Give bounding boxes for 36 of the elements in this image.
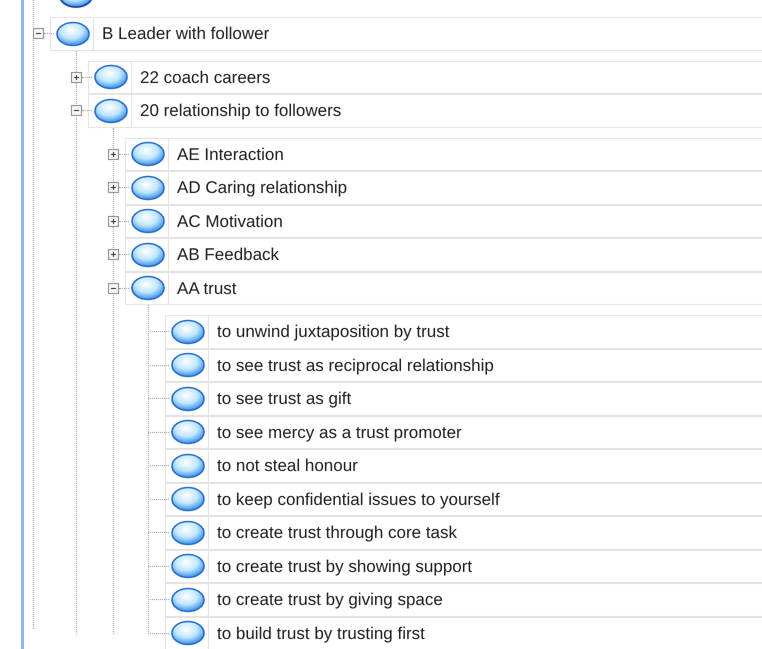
node-label: to see trust as gift — [216, 388, 352, 410]
node-label: AB Feedback — [176, 244, 280, 266]
node-label: AE Interaction — [176, 144, 284, 166]
node-label: 20 relationship to followers — [139, 100, 342, 122]
node-label: AD Caring relationship — [176, 177, 348, 199]
node-label: to create trust by giving space — [216, 589, 443, 611]
tree-row[interactable]: to build trust by trusting first — [165, 616, 762, 649]
node-label: to create trust through core task — [216, 522, 458, 544]
tree-row[interactable]: B Leader with follower — [50, 17, 762, 50]
node-label: AC Motivation — [176, 210, 283, 232]
tree-row[interactable]: to create trust through core task — [165, 516, 762, 550]
node-label: AA trust — [176, 278, 237, 300]
tree-row[interactable]: AA trust — [125, 272, 762, 305]
tree-row[interactable]: to keep confidential issues to yourself — [165, 482, 762, 516]
node-label: 22 coach careers — [139, 66, 270, 88]
tree-row[interactable]: to not steal honour — [165, 449, 762, 482]
node-label: to build trust by trusting first — [216, 622, 425, 644]
tree-row[interactable]: AE Interaction — [125, 138, 762, 171]
tree-row[interactable]: to see mercy as a trust promoter — [165, 416, 762, 449]
tree-row[interactable]: AB Feedback — [125, 238, 762, 272]
node-label: to keep confidential issues to yourself — [216, 488, 500, 510]
tree-row[interactable]: to unwind juxtaposition by trust — [165, 315, 762, 348]
node-label: to see mercy as a trust promoter — [216, 422, 462, 444]
node-label: to unwind juxtaposition by trust — [216, 321, 450, 343]
node-label: to create trust by showing support — [216, 556, 472, 578]
tree-row[interactable]: to see trust as gift — [165, 382, 762, 416]
tree-row[interactable]: 20 relationship to followers — [88, 94, 762, 128]
tree-row[interactable]: to see trust as reciprocal relationship — [165, 348, 762, 382]
node-label: B Leader with follower — [101, 23, 270, 45]
tree-row[interactable]: AD Caring relationship — [125, 171, 762, 204]
tree-row[interactable]: to create trust by giving space — [165, 583, 762, 616]
tree-row[interactable]: to create trust by showing support — [165, 550, 762, 583]
node-label: to see trust as reciprocal relationship — [216, 354, 494, 376]
tree-row[interactable]: 22 coach careers — [88, 60, 762, 94]
node-label: to not steal honour — [216, 455, 358, 477]
tree-row[interactable]: AC Motivation — [125, 204, 762, 238]
